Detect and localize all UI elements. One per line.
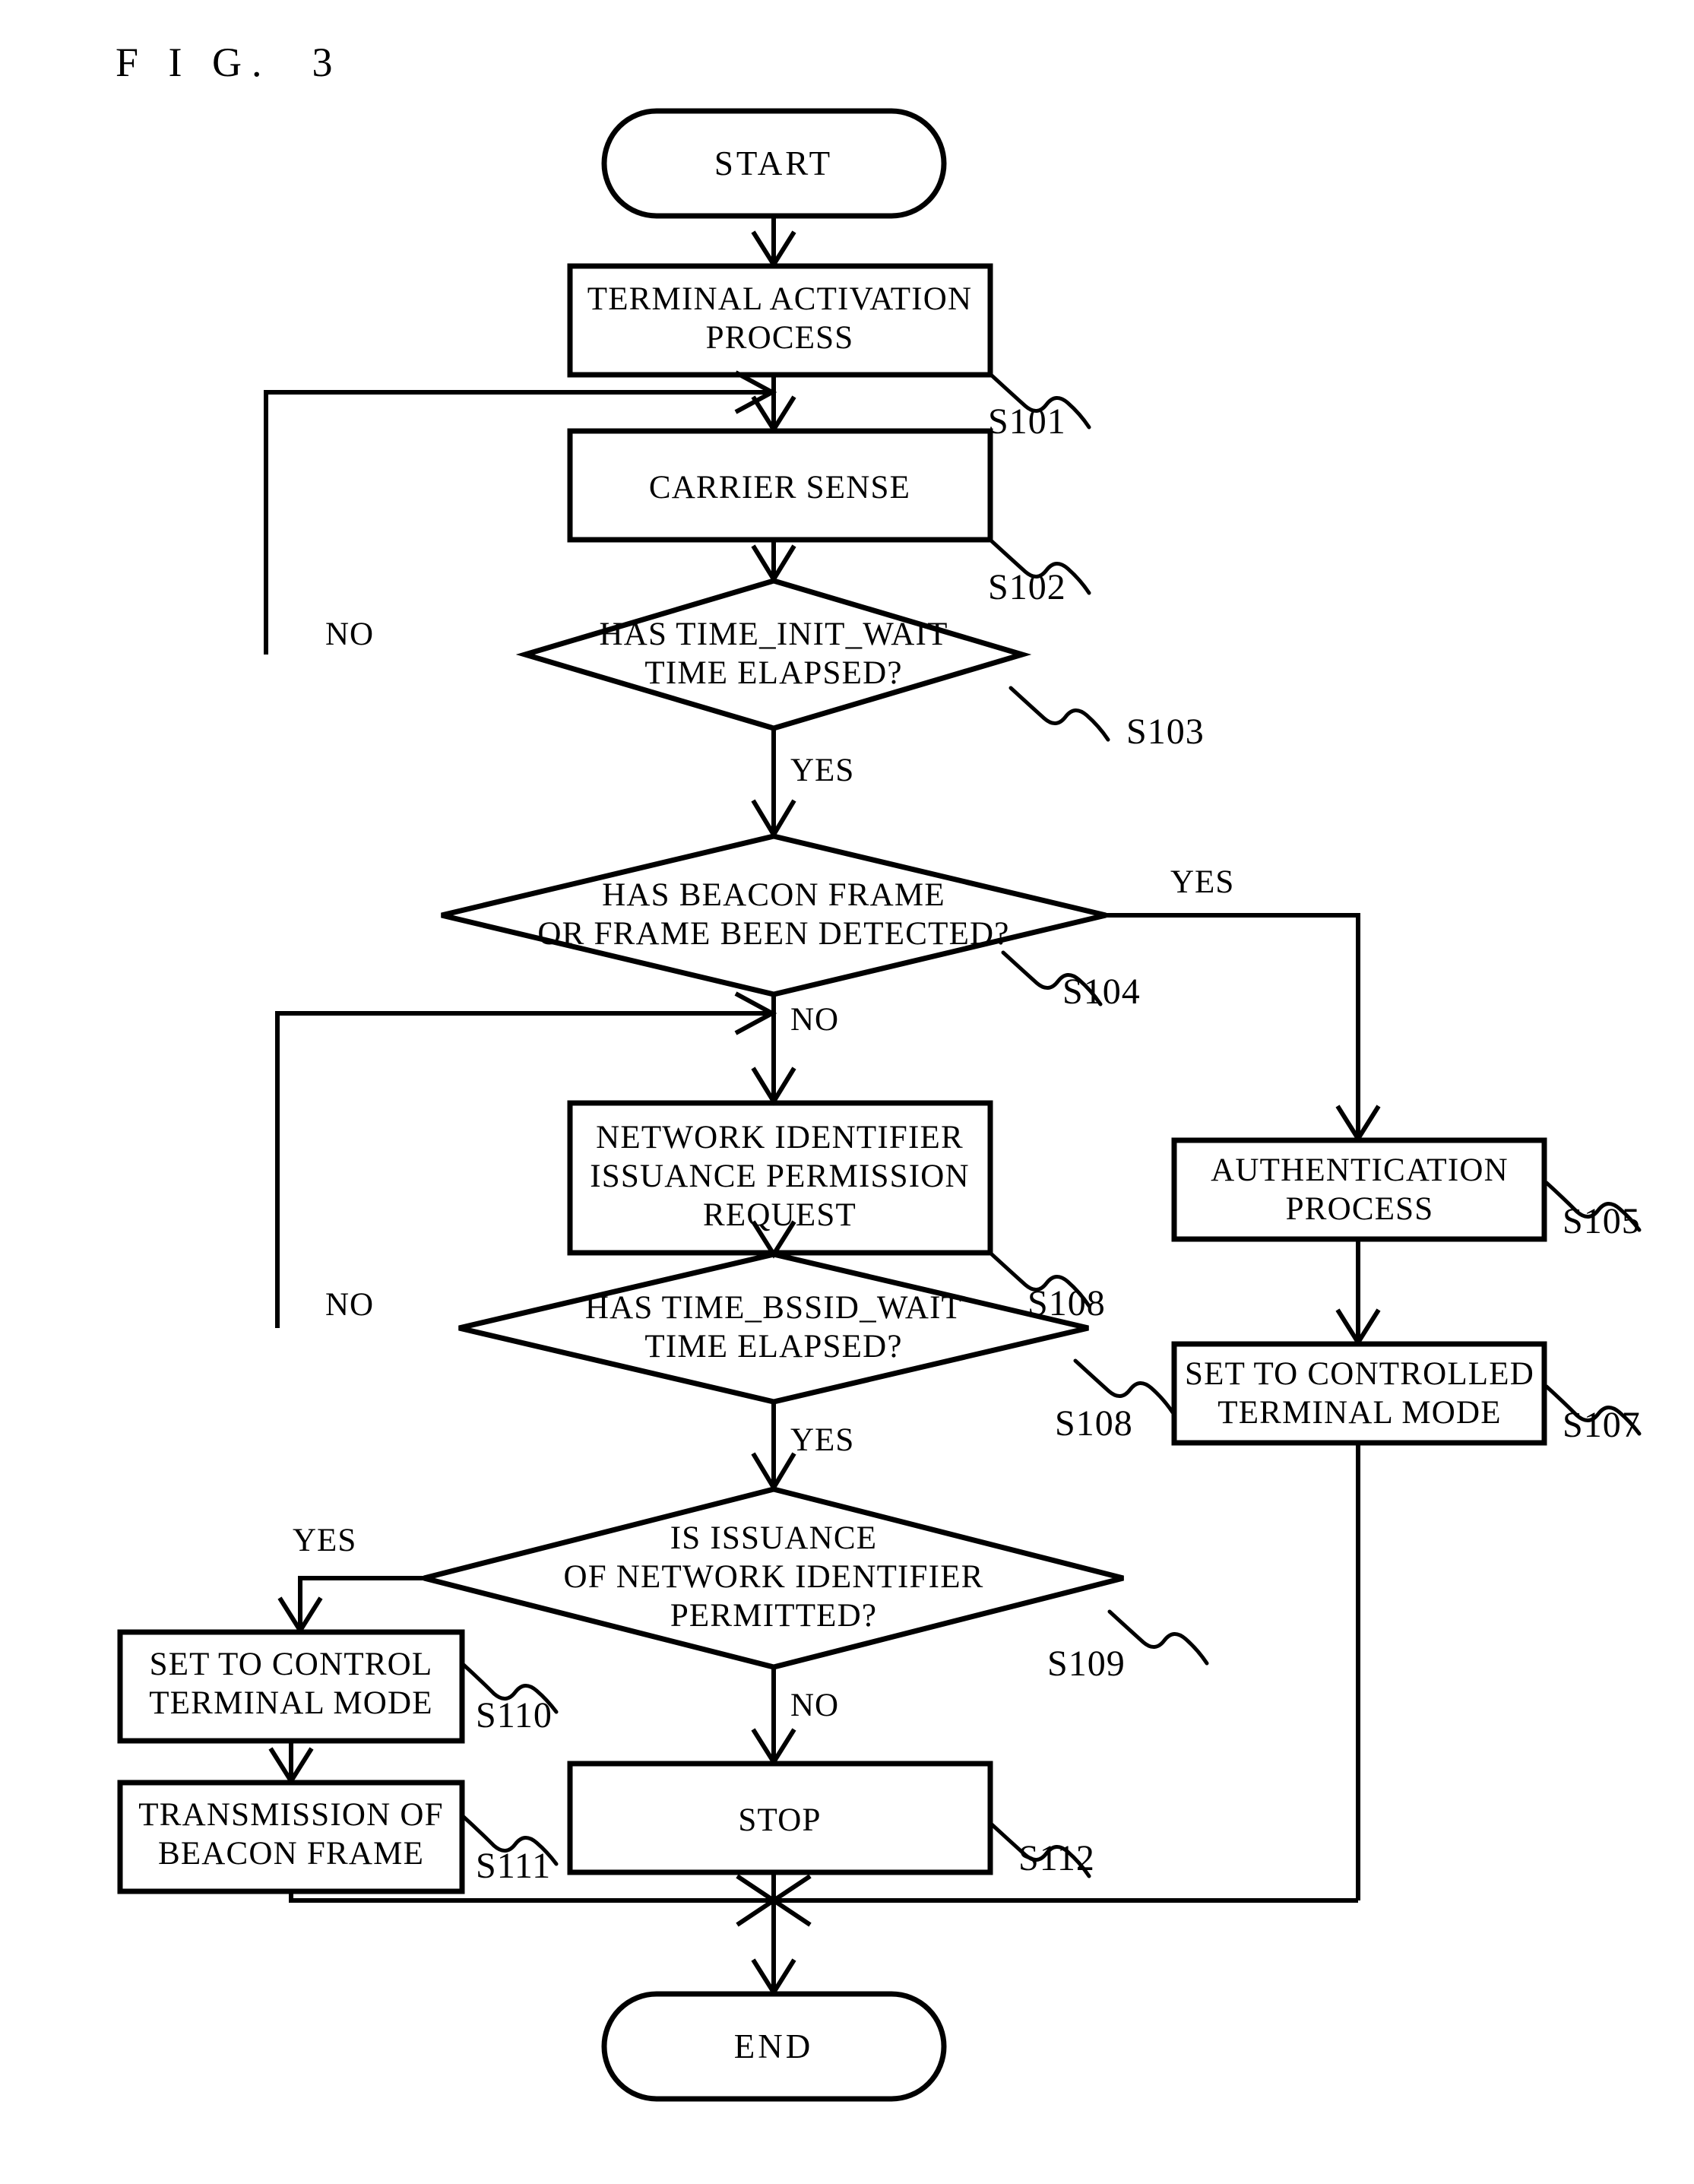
s110-line-2: TERMINAL MODE — [149, 1685, 433, 1721]
step-label-s104: S104 — [1062, 972, 1141, 1012]
start-label: START — [714, 144, 833, 182]
step-label-s101: S101 — [988, 401, 1066, 442]
branch-label-s108-yes: YES — [790, 1422, 854, 1458]
s108-line-1: HAS TIME_BSSID_WAIT — [585, 1290, 962, 1326]
flowchart-canvas: F I G. 3 START TERMINAL ACTIVATION PROCE… — [116, 40, 1642, 2102]
s103-line-1: HAS TIME_INIT_WAIT — [599, 617, 948, 652]
branch-label-s104-yes: YES — [1170, 864, 1234, 900]
s101-line-2: PROCESS — [706, 320, 854, 356]
beacon-frame-detected-decision — [441, 833, 1107, 997]
s107-line-2: ISSUANCE PERMISSION — [590, 1159, 969, 1194]
step-label-s111: S111 — [476, 1846, 551, 1886]
s107-line-1: NETWORK IDENTIFIER — [596, 1120, 964, 1155]
branch-label-s108-no: NO — [325, 1287, 374, 1323]
s111-line-2: BEACON FRAME — [158, 1836, 424, 1872]
s106-line-1: SET TO CONTROLLED — [1185, 1356, 1534, 1392]
leader-s103 — [1008, 686, 1110, 742]
s104-line-1: HAS BEACON FRAME — [602, 877, 945, 913]
step-label-s108: S108 — [1055, 1403, 1133, 1444]
s106-line-2: TERMINAL MODE — [1217, 1395, 1502, 1431]
step-label-s103: S103 — [1126, 712, 1205, 752]
time-init-wait-decision — [515, 578, 1032, 731]
s103-line-2: TIME ELAPSED? — [644, 655, 902, 691]
step-label-s112: S112 — [1018, 1838, 1095, 1878]
s112-line-1: STOP — [738, 1802, 821, 1838]
step-label-s102: S102 — [988, 567, 1066, 607]
branch-label-s103-no: NO — [325, 617, 374, 652]
step-label-s110: S110 — [476, 1695, 553, 1735]
s109-line-1: IS ISSUANCE — [670, 1520, 877, 1556]
figure-page: F I G. 3 START TERMINAL ACTIVATION PROCE… — [0, 0, 1694, 2184]
branch-label-s103-yes: YES — [790, 753, 854, 788]
branch-label-s104-no: NO — [790, 1002, 839, 1038]
step-label-s109: S109 — [1047, 1644, 1126, 1684]
s105-line-2: PROCESS — [1286, 1191, 1434, 1227]
s101-line-1: TERMINAL ACTIVATION — [587, 281, 973, 317]
conn-s104-yes-to-s105 — [1106, 913, 1360, 1140]
s108-line-2: TIME ELAPSED? — [644, 1329, 902, 1365]
end-label: END — [734, 2027, 813, 2065]
step-label-s107: S108 — [1027, 1283, 1106, 1323]
step-label-s106: S107 — [1563, 1405, 1641, 1445]
s107-line-3: REQUEST — [703, 1197, 856, 1233]
branch-label-s109-yes: YES — [293, 1523, 356, 1558]
s109-line-3: PERMITTED? — [670, 1598, 877, 1634]
s111-line-1: TRANSMISSION OF — [138, 1797, 444, 1833]
s110-line-1: SET TO CONTROL — [150, 1647, 433, 1682]
s105-line-1: AUTHENTICATION — [1211, 1152, 1509, 1188]
s109-line-2: OF NETWORK IDENTIFIER — [563, 1559, 983, 1595]
branch-label-s109-no: NO — [790, 1688, 839, 1723]
s102-line-1: CARRIER SENSE — [649, 470, 910, 506]
figure-label: F I G. 3 — [116, 40, 343, 85]
s104-line-2: OR FRAME BEEN DETECTED? — [537, 916, 1009, 952]
time-bssid-wait-decision — [458, 1251, 1089, 1405]
step-label-s105: S105 — [1563, 1201, 1641, 1241]
